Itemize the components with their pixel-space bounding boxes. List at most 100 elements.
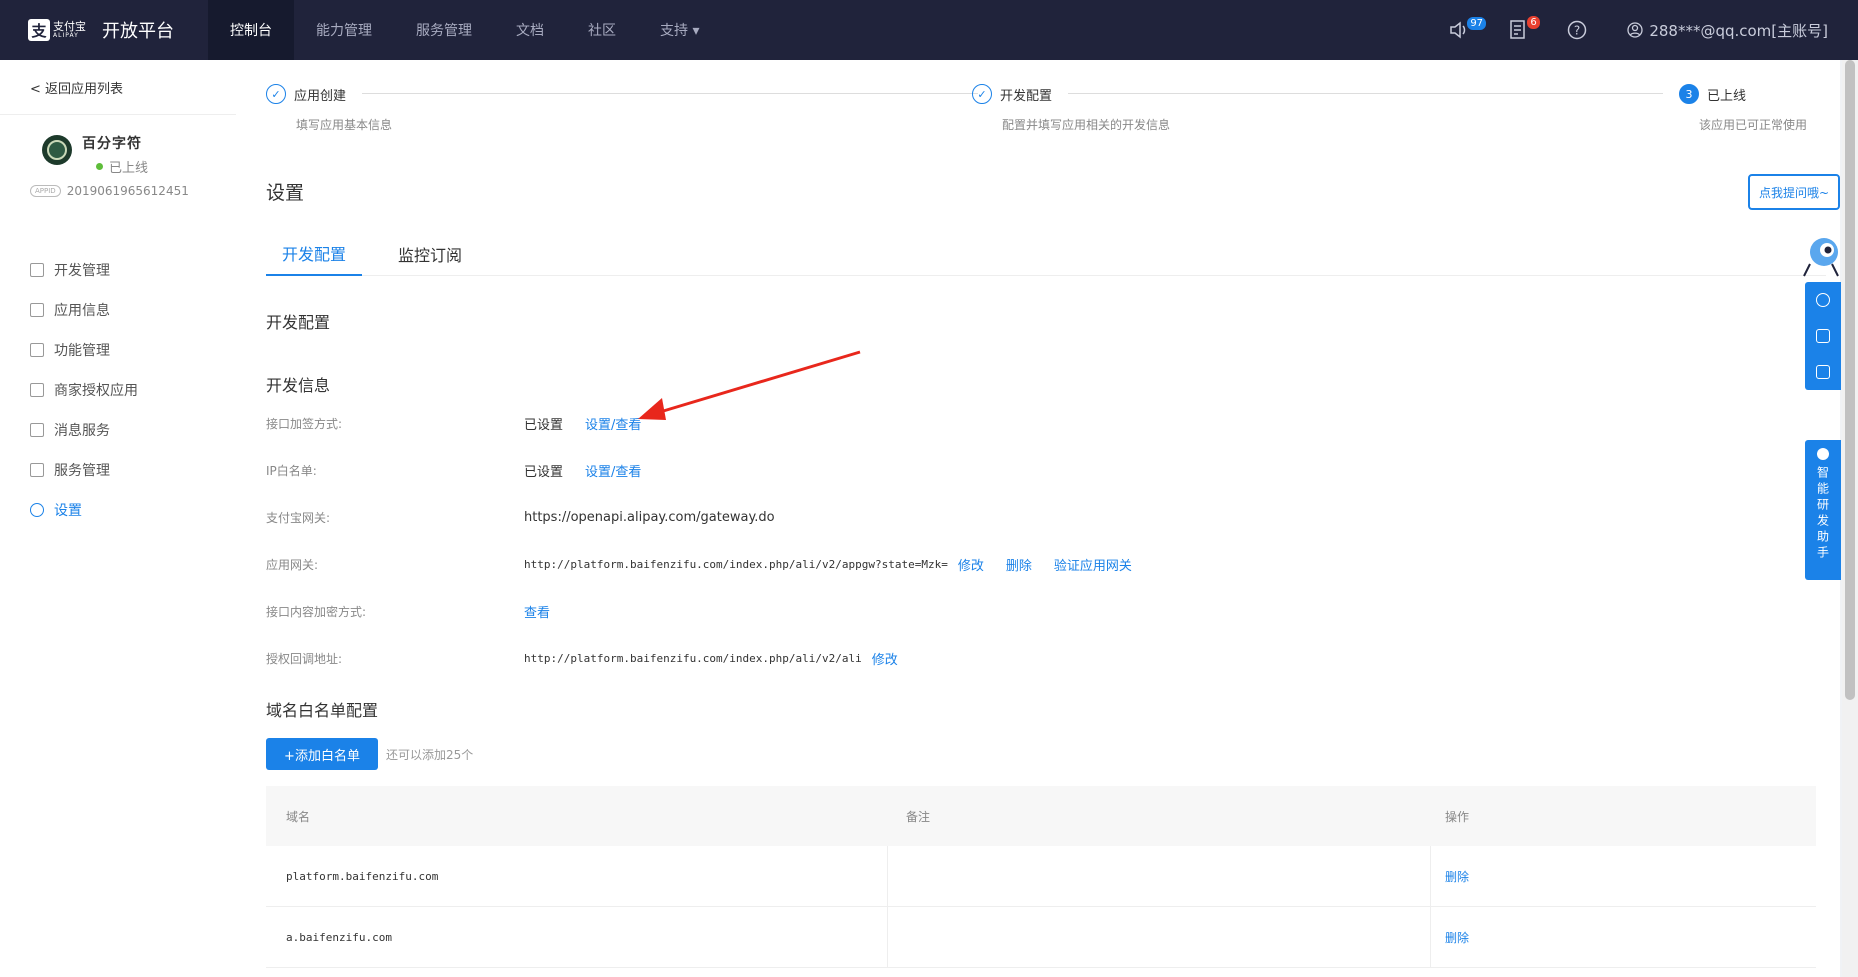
- monitor-icon: [30, 423, 44, 437]
- content-encrypt-row: 接口内容加密方式: 查看: [266, 601, 550, 621]
- logo-text: 支付宝: [53, 19, 86, 33]
- smart-dev-assistant-button[interactable]: 智能研发助手: [1805, 440, 1841, 580]
- sign-set-view-link[interactable]: 设置/查看: [585, 414, 641, 433]
- notice-button[interactable]: 97: [1449, 17, 1487, 39]
- ask-question-bubble[interactable]: 点我提问哦~: [1748, 174, 1840, 210]
- dev-config-heading: 开发配置: [266, 313, 331, 332]
- sidebar-item-label: 应用信息: [54, 303, 110, 319]
- nav-support[interactable]: 支持 ▾: [638, 0, 721, 60]
- layers-icon: [30, 263, 44, 277]
- verify-app-gateway-link[interactable]: 验证应用网关: [1054, 555, 1132, 574]
- step-title: 开发配置: [1000, 88, 1053, 104]
- user-icon: [30, 383, 44, 397]
- tab-monitor-subscription[interactable]: 监控订阅: [382, 232, 478, 276]
- field-label: 支付宝网关:: [266, 510, 331, 525]
- sidebar: < 返回应用列表 百分字符 已上线 APPID 2019061965612451…: [0, 60, 236, 977]
- step-desc: 该应用已可正常使用: [1699, 118, 1808, 132]
- sidebar-item-label: 商家授权应用: [54, 383, 138, 399]
- tab-dev-config[interactable]: 开发配置: [266, 232, 363, 276]
- step-divider: [362, 93, 978, 94]
- column-header-domain: 域名: [286, 809, 311, 824]
- field-label: 接口内容加密方式:: [266, 604, 367, 619]
- svg-text:?: ?: [1574, 24, 1580, 38]
- logo[interactable]: 支 支付宝 ALIPAY 开放平台: [0, 17, 208, 43]
- sidebar-item-label: 设置: [54, 503, 82, 519]
- scrollbar-thumb[interactable]: [1845, 60, 1855, 700]
- app-status-text: 已上线: [109, 161, 149, 176]
- app-gateway-delete-link[interactable]: 删除: [1006, 555, 1032, 574]
- step-number-icon: 3: [1679, 84, 1699, 104]
- check-icon: ✓: [266, 84, 286, 104]
- step-app-create: ✓ 应用创建 填写应用基本信息: [266, 84, 392, 133]
- table-icon: [30, 463, 44, 477]
- notice-count-badge: 97: [1467, 17, 1487, 30]
- sidebar-item-label: 开发管理: [54, 263, 110, 279]
- nav-docs[interactable]: 文档: [494, 0, 566, 60]
- step-dev-config: ✓ 开发配置 配置并填写应用相关的开发信息: [972, 84, 1170, 133]
- nav-service[interactable]: 服务管理: [394, 0, 494, 60]
- domain-cell: platform.baifenzifu.com: [266, 846, 888, 906]
- sidebar-item-app-info[interactable]: 应用信息: [0, 290, 236, 330]
- platform-title: 开放平台: [102, 21, 174, 42]
- check-icon: ✓: [972, 84, 992, 104]
- add-whitelist-button[interactable]: +添加白名单: [266, 738, 378, 770]
- app-gateway-edit-link[interactable]: 修改: [958, 555, 984, 574]
- sidebar-item-label: 服务管理: [54, 463, 110, 479]
- sidebar-item-settings[interactable]: 设置: [0, 490, 236, 530]
- feedback-icon[interactable]: [1816, 365, 1830, 379]
- robot-mascot-icon[interactable]: [1800, 230, 1842, 280]
- document-icon: [1510, 20, 1526, 39]
- step-desc: 配置并填写应用相关的开发信息: [1002, 118, 1171, 132]
- settings-tabs: 开发配置 监控订阅: [266, 232, 1826, 276]
- nav-capability[interactable]: 能力管理: [294, 0, 394, 60]
- delete-link[interactable]: 删除: [1431, 907, 1469, 967]
- sidebar-item-message-service[interactable]: 消息服务: [0, 410, 236, 450]
- whitelist-heading: 域名白名单配置: [266, 701, 379, 720]
- question-icon: ?: [1568, 20, 1587, 40]
- account-email: 288***@qq.com[主账号]: [1649, 21, 1828, 40]
- account-menu[interactable]: 288***@qq.com[主账号]: [1627, 20, 1828, 41]
- help-button[interactable]: ?: [1567, 20, 1587, 40]
- whitelist-table: 域名 备注 操作 platform.baifenzifu.com 删除 a.ba…: [266, 786, 1816, 968]
- field-label: 授权回调地址:: [266, 651, 343, 666]
- help-doc-icon[interactable]: [1816, 329, 1830, 343]
- field-label: 接口加签方式:: [266, 416, 343, 431]
- gear-icon: [30, 503, 44, 517]
- field-label: 应用网关:: [266, 557, 319, 572]
- encrypt-view-link[interactable]: 查看: [524, 602, 550, 621]
- page-scrollbar[interactable]: [1842, 60, 1858, 977]
- sidebar-item-service-manage[interactable]: 服务管理: [0, 450, 236, 490]
- sidebar-item-merchant-auth[interactable]: 商家授权应用: [0, 370, 236, 410]
- app-status: 已上线: [96, 157, 236, 176]
- note-cell: [888, 907, 1431, 967]
- table-header: 域名 备注 操作: [266, 786, 1816, 846]
- sidebar-item-dev-manage[interactable]: 开发管理: [0, 250, 236, 290]
- ip-set-view-link[interactable]: 设置/查看: [585, 461, 641, 480]
- delete-link[interactable]: 删除: [1431, 846, 1469, 906]
- table-row: a.baifenzifu.com 删除: [266, 907, 1816, 968]
- sidebar-item-label: 功能管理: [54, 343, 110, 359]
- back-to-app-list-link[interactable]: < 返回应用列表: [0, 60, 236, 115]
- assistant-icon: [1817, 448, 1829, 460]
- callback-edit-link[interactable]: 修改: [872, 649, 898, 668]
- column-header-note: 备注: [906, 809, 931, 824]
- sidebar-item-function-manage[interactable]: 功能管理: [0, 330, 236, 370]
- column-header-action: 操作: [1445, 809, 1470, 824]
- app-card: 百分字符 已上线 APPID 2019061965612451: [0, 115, 236, 230]
- messages-button[interactable]: 6: [1509, 16, 1540, 40]
- appid-row: APPID 2019061965612451: [30, 184, 236, 198]
- alipay-gateway-row: 支付宝网关: https://openapi.alipay.com/gatewa…: [266, 507, 775, 527]
- sidebar-menu: 开发管理 应用信息 功能管理 商家授权应用 消息服务 服务管理 设置: [0, 250, 236, 530]
- nav-console[interactable]: 控制台: [208, 0, 294, 60]
- grid-icon: [30, 303, 44, 317]
- field-value: http://platform.baifenzifu.com/index.php…: [524, 557, 948, 571]
- table-row: platform.baifenzifu.com 删除: [266, 846, 1816, 907]
- headset-icon[interactable]: [1816, 293, 1830, 307]
- main-content: ✓ 应用创建 填写应用基本信息 ✓ 开发配置 配置并填写应用相关的开发信息 3 已上线…: [236, 60, 1840, 977]
- app-gateway-row: 应用网关: http://platform.baifenzifu.com/ind…: [266, 554, 1132, 574]
- nav-community[interactable]: 社区: [566, 0, 638, 60]
- dev-info-heading: 开发信息: [266, 376, 331, 395]
- step-desc: 填写应用基本信息: [296, 118, 393, 132]
- status-dot-icon: [96, 163, 103, 170]
- auth-callback-row: 授权回调地址: http://platform.baifenzifu.com/i…: [266, 648, 898, 668]
